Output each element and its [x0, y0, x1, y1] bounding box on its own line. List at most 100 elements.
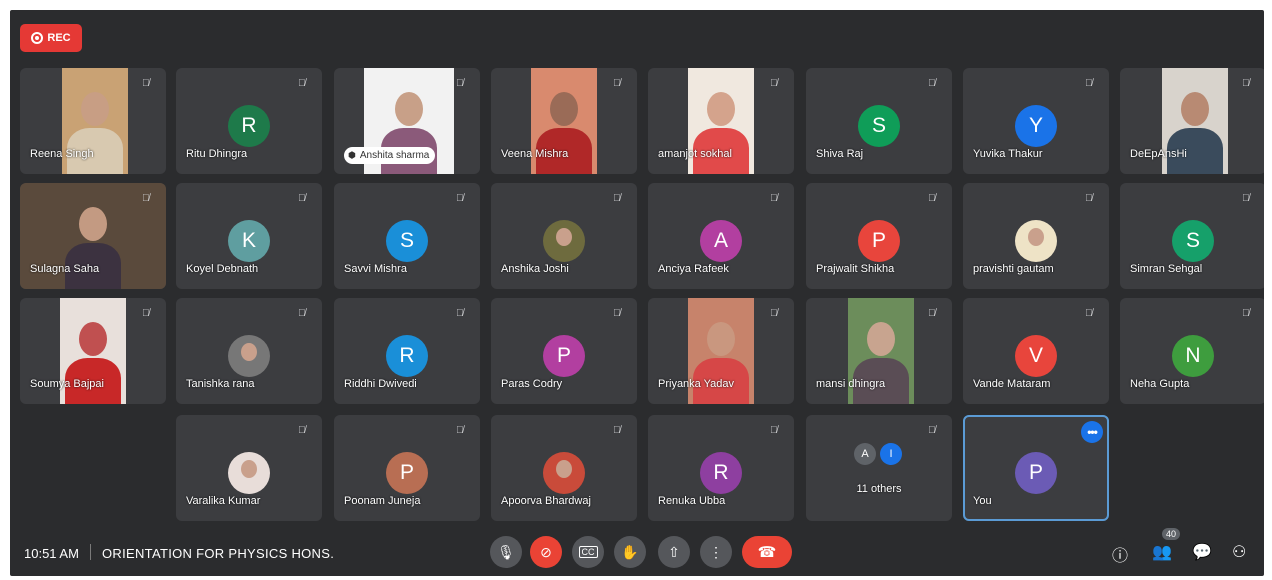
- participant-name: mansi dhingra: [816, 378, 886, 390]
- participant-tile[interactable]: P 🎙̸ Paras Codry: [491, 298, 637, 404]
- participant-name: Poonam Juneja: [344, 495, 421, 507]
- participant-tile[interactable]: S 🎙̸ Savvi Mishra: [334, 183, 480, 289]
- captions-button[interactable]: CC: [572, 536, 604, 568]
- avatar: P: [386, 452, 428, 494]
- mic-muted-icon: 🎙̸: [298, 425, 306, 436]
- participant-tile[interactable]: P ••• You: [963, 415, 1109, 521]
- person-head: [867, 322, 895, 356]
- person-head: [1181, 92, 1209, 126]
- mic-muted-icon: 🎙̸: [1242, 193, 1250, 204]
- avatar: S: [1172, 220, 1214, 262]
- photo-face: [1028, 228, 1044, 246]
- participant-name: Tanishka rana: [186, 378, 255, 390]
- participant-name: Anshika Joshi: [501, 263, 569, 275]
- participant-tile[interactable]: 🎙̸ DeEpAnsHi: [1120, 68, 1264, 174]
- participant-tile[interactable]: R 🎙̸ Renuka Ubba: [648, 415, 794, 521]
- end-call-button[interactable]: ☎: [742, 536, 792, 568]
- mic-muted-icon: 🎙̸: [928, 308, 936, 319]
- participant-tile[interactable]: R 🎙̸ Riddhi Dwivedi: [334, 298, 480, 404]
- participant-name: Shiva Raj: [816, 148, 864, 160]
- participant-name: Paras Codry: [501, 378, 563, 390]
- participant-tile[interactable]: A 🎙̸ Anciya Rafeek: [648, 183, 794, 289]
- participant-name: Soumya Bajpai: [30, 378, 104, 390]
- participant-tile[interactable]: V 🎙̸ Vande Mataram: [963, 298, 1109, 404]
- mic-muted-icon: 🎙̸: [1085, 193, 1093, 204]
- person-head: [707, 322, 735, 356]
- participant-tile[interactable]: R 🎙̸ Ritu Dhingra: [176, 68, 322, 174]
- photo-face: [241, 343, 257, 361]
- participant-tile[interactable]: S 🎙̸ Shiva Raj: [806, 68, 952, 174]
- meet-window: REC 🎙̸ Reena Singh R 🎙̸ Ritu Dhingra 🎙̸ ⬢ Anshi…: [10, 10, 1264, 576]
- rec-label: REC: [47, 32, 71, 44]
- avatar: N: [1172, 335, 1214, 377]
- mic-muted-icon: 🎙̸: [456, 193, 464, 204]
- mic-muted-icon: 🎙̸: [613, 308, 621, 319]
- photo-face: [556, 460, 572, 478]
- people-icon[interactable]: 👥: [1152, 542, 1172, 562]
- participant-tile[interactable]: 🎙̸ Sulagna Saha: [20, 183, 166, 289]
- avatar: A: [700, 220, 742, 262]
- mic-muted-icon: 🎙̸: [613, 78, 621, 89]
- participant-tile[interactable]: 🎙̸ amanjot sokhal: [648, 68, 794, 174]
- speaker-icon: ⬢: [348, 150, 356, 160]
- participant-name: Priyanka Yadav: [658, 378, 735, 390]
- participant-tile[interactable]: 🎙̸ mansi dhingra: [806, 298, 952, 404]
- participant-name: Yuvika Thakur: [973, 148, 1043, 160]
- participant-tile[interactable]: 🎙̸ Priyanka Yadav: [648, 298, 794, 404]
- person-head: [707, 92, 735, 126]
- mic-muted-icon: 🎙̸: [456, 78, 464, 89]
- participant-tile[interactable]: 🎙̸ ⬢ Anshita sharma: [334, 68, 480, 174]
- present-icon: ⇧: [668, 543, 680, 560]
- bottom-bar: 10:51 AM ORIENTATION FOR PHYSICS HONS. 🎙…: [10, 528, 1264, 576]
- present-button[interactable]: ⇧: [658, 536, 690, 568]
- mic-muted-icon: 🎙̸: [928, 425, 936, 436]
- participant-tile[interactable]: Y 🎙̸ Yuvika Thakur: [963, 68, 1109, 174]
- mic-muted-icon: 🎙̸: [298, 78, 306, 89]
- captions-icon: CC: [578, 546, 598, 558]
- mic-muted-icon: 🎙̸: [770, 193, 778, 204]
- mic-muted-icon: 🎙̸: [142, 308, 150, 319]
- rec-badge: REC: [20, 24, 82, 52]
- mic-button[interactable]: 🎙: [490, 536, 522, 568]
- participant-tile[interactable]: 🎙̸ Veena Mishra: [491, 68, 637, 174]
- person-head: [79, 207, 107, 241]
- participant-tile[interactable]: 🎙̸ Reena Singh: [20, 68, 166, 174]
- camera-button[interactable]: ⊘: [530, 536, 562, 568]
- photo-face: [556, 228, 572, 246]
- participant-tile[interactable]: 🎙̸ Apoorva Bhardwaj: [491, 415, 637, 521]
- clock: 10:51 AM: [24, 546, 79, 561]
- participant-tile[interactable]: P 🎙̸ Poonam Juneja: [334, 415, 480, 521]
- participant-name: amanjot sokhal: [658, 148, 732, 160]
- more-options-icon[interactable]: •••: [1081, 421, 1103, 443]
- person-head: [79, 322, 107, 356]
- mic-muted-icon: 🎙̸: [1242, 308, 1250, 319]
- participant-name: DeEpAnsHi: [1130, 148, 1187, 160]
- participant-name: Reena Singh: [30, 148, 94, 160]
- mini-avatar: A: [854, 443, 876, 465]
- photo-face: [241, 460, 257, 478]
- participant-tile[interactable]: P 🎙̸ Prajwalit Shikha: [806, 183, 952, 289]
- mic-muted-icon: 🎙̸: [298, 308, 306, 319]
- more-icon: ⋮: [709, 543, 723, 560]
- participant-tile[interactable]: 🎙̸ Tanishka rana: [176, 298, 322, 404]
- participant-name: You: [973, 495, 992, 507]
- participant-tile[interactable]: A I 🎙̸ 11 others: [806, 415, 952, 521]
- participant-name: Savvi Mishra: [344, 263, 407, 275]
- participant-name: pravishti gautam: [973, 263, 1054, 275]
- avatar: S: [386, 220, 428, 262]
- participant-tile[interactable]: S 🎙̸ Simran Sehgal: [1120, 183, 1264, 289]
- participant-tile[interactable]: N 🎙̸ Neha Gupta: [1120, 298, 1264, 404]
- raise-hand-button[interactable]: ✋: [614, 536, 646, 568]
- participant-name-chip: ⬢ Anshita sharma: [344, 147, 436, 164]
- participant-tile[interactable]: 🎙̸ pravishti gautam: [963, 183, 1109, 289]
- avatar: V: [1015, 335, 1057, 377]
- participant-tile[interactable]: 🎙̸ Soumya Bajpai: [20, 298, 166, 404]
- mic-muted-icon: 🎙̸: [456, 425, 464, 436]
- participant-tile[interactable]: K 🎙̸ Koyel Debnath: [176, 183, 322, 289]
- participant-tile[interactable]: 🎙̸ Varalika Kumar: [176, 415, 322, 521]
- info-icon[interactable]: ⓘ: [1112, 542, 1128, 566]
- participant-tile[interactable]: 🎙̸ Anshika Joshi: [491, 183, 637, 289]
- activities-icon[interactable]: ⚇: [1232, 542, 1246, 562]
- more-options-button[interactable]: ⋮: [700, 536, 732, 568]
- chat-icon[interactable]: 💬: [1192, 542, 1212, 562]
